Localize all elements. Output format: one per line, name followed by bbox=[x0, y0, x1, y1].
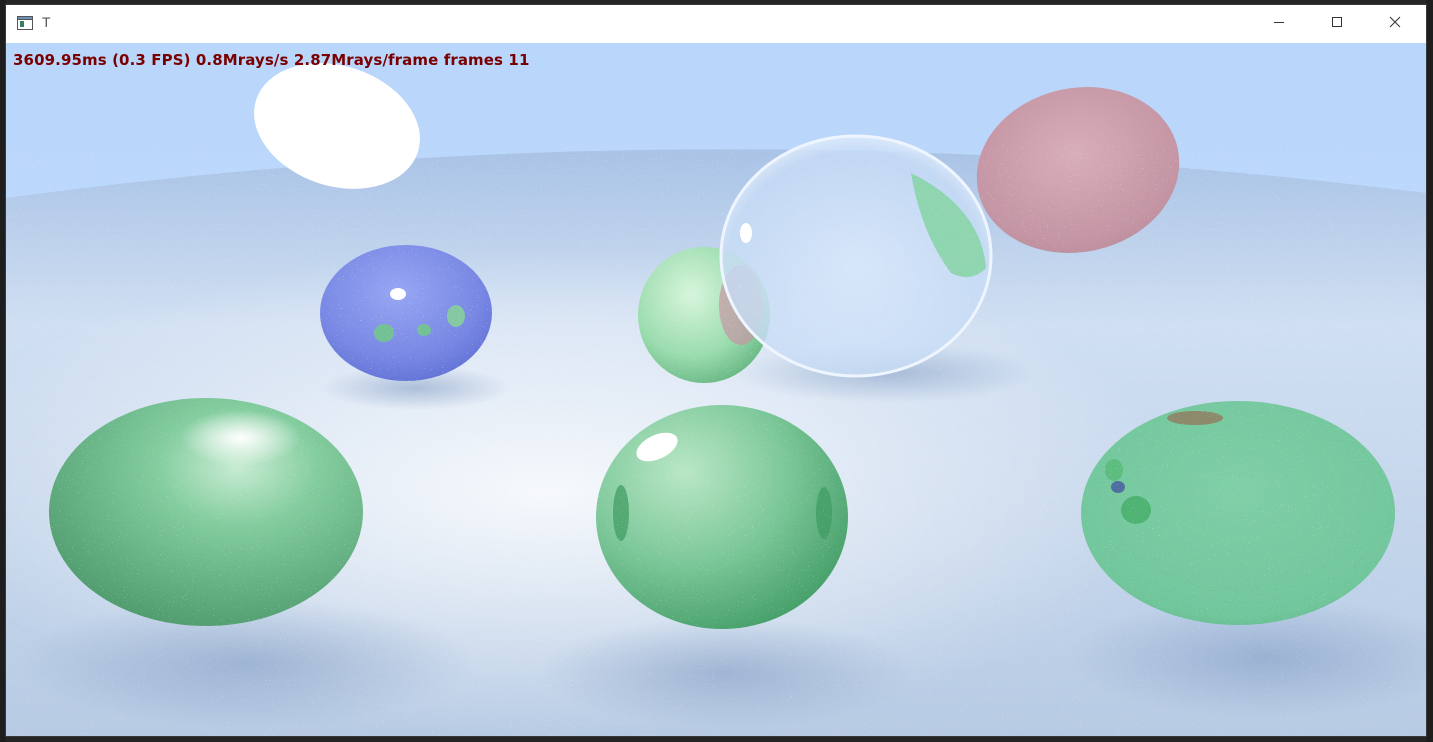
close-button[interactable] bbox=[1366, 5, 1424, 43]
maximize-button[interactable] bbox=[1308, 5, 1366, 43]
render-viewport[interactable]: 3609.95ms (0.3 FPS) 0.8Mrays/s 2.87Mrays… bbox=[6, 43, 1426, 736]
app-window-icon bbox=[17, 16, 33, 30]
close-icon bbox=[1389, 15, 1401, 33]
rendered-scene bbox=[6, 43, 1426, 736]
maximize-icon bbox=[1331, 15, 1343, 33]
background-editor-right bbox=[1426, 0, 1433, 742]
window-title: T bbox=[42, 14, 51, 30]
minimize-button[interactable] bbox=[1250, 5, 1308, 43]
render-window: T 3609.95ms (0.3 FPS) 0.8Mrays/s 2.87Mra… bbox=[6, 5, 1426, 736]
render-stats-overlay: 3609.95ms (0.3 FPS) 0.8Mrays/s 2.87Mrays… bbox=[13, 51, 530, 69]
render-noise bbox=[6, 143, 1426, 736]
minimize-icon bbox=[1273, 15, 1285, 33]
title-bar[interactable]: T bbox=[6, 5, 1426, 43]
